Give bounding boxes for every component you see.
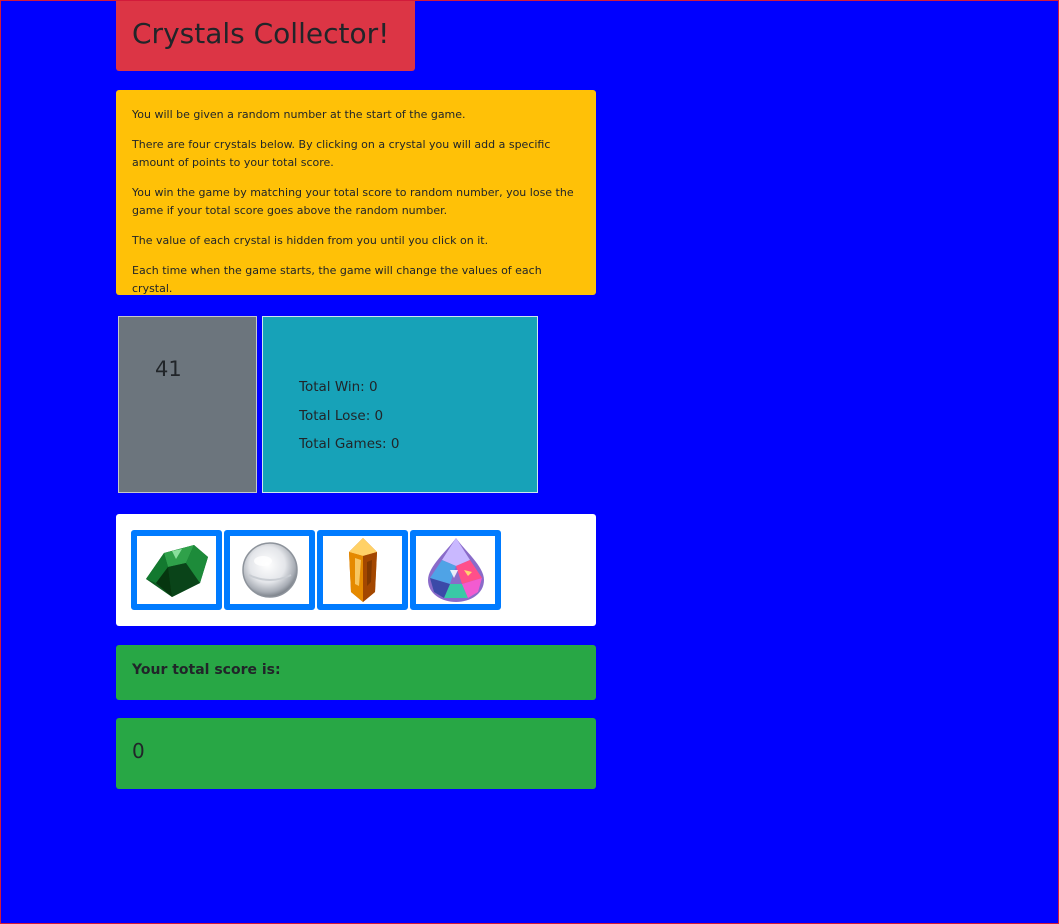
instruction-text: There are four crystals below. By clicki… [132, 138, 551, 169]
instruction-text: Each time when the game starts, the game… [132, 264, 542, 295]
instruction-text: You win the game by matching your total … [132, 186, 574, 217]
white-crystal-icon [241, 542, 298, 598]
orange-crystal-icon [348, 538, 377, 602]
target-number: 41 [155, 357, 182, 381]
target-number-panel: 41 [118, 316, 257, 493]
crystal-button-green[interactable] [131, 530, 222, 610]
score-value-panel: 0 [116, 718, 596, 789]
total-wins: Total Win: 0 [299, 379, 378, 395]
total-losses: Total Lose: 0 [299, 407, 384, 424]
page-title: Crystals Collector! [132, 17, 390, 50]
crystal-panel [116, 514, 596, 626]
crystal-button-white[interactable] [224, 530, 315, 610]
title-panel: Crystals Collector! [116, 1, 415, 71]
score-label-panel: Your total score is: [116, 645, 596, 700]
total-games: Total Games: 0 [299, 436, 400, 452]
total-score: 0 [132, 739, 145, 763]
green-crystal-icon [145, 545, 208, 597]
crystal-button-rainbow[interactable] [410, 530, 501, 610]
stats-panel: Total Win: 0 Total Lose: 0 Total Games: … [262, 316, 538, 493]
instructions-panel: You will be given a random number at the… [116, 90, 596, 295]
instruction-text: You will be given a random number at the… [132, 108, 466, 121]
crystal-button-orange[interactable] [317, 530, 408, 610]
rainbow-crystal-icon [427, 538, 484, 602]
score-label: Your total score is: [132, 662, 281, 678]
instruction-text: The value of each crystal is hidden from… [132, 234, 489, 247]
